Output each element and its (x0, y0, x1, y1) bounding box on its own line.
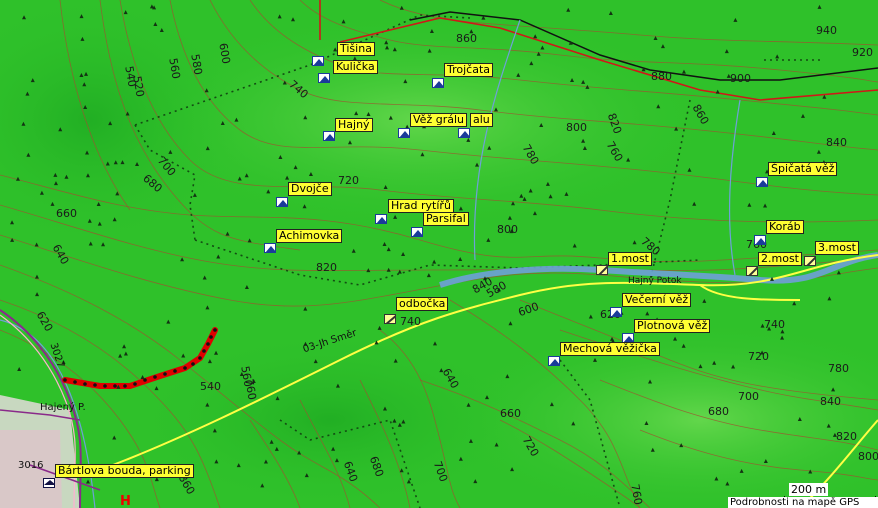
valley-shade (0, 0, 250, 250)
peak-icon[interactable] (276, 197, 288, 207)
attribution: Podrobnosti na mapě GPS (728, 497, 878, 508)
contour-label: 680 (708, 405, 729, 418)
contour-label: 840 (820, 395, 841, 408)
poi-label[interactable]: Dvojče (288, 182, 332, 196)
contour-label: 660 (500, 407, 521, 420)
poi-label[interactable]: Trojčata (444, 63, 494, 77)
contour-label: 740 (764, 318, 785, 331)
route2-label: 3016 (18, 460, 44, 471)
map-canvas[interactable]: 940 920 880 900 860 860 840 820 800 780 760 740 720 7… (0, 0, 878, 508)
peak-icon[interactable] (375, 214, 387, 224)
poi-label[interactable]: Večerní věž (622, 293, 692, 307)
bridge-icon[interactable] (804, 256, 816, 266)
contour-label: 540 (200, 380, 221, 393)
creek-label: Hajný Potok (628, 276, 682, 286)
contour-label: 920 (852, 46, 873, 59)
contour-label: 940 (816, 24, 837, 37)
poi-label[interactable]: alu (470, 113, 493, 127)
poi-label[interactable]: 1.most (608, 252, 652, 266)
peak-icon[interactable] (264, 243, 276, 253)
poi-label[interactable]: Koráb (766, 220, 804, 234)
contour-label: 820 (836, 430, 857, 443)
poi-label[interactable]: odbočka (396, 297, 449, 311)
poi-label[interactable]: Špičatá věž (768, 162, 838, 176)
peak-icon[interactable] (754, 235, 766, 245)
peak-icon[interactable] (411, 227, 423, 237)
peak-icon[interactable] (458, 128, 470, 138)
contour-label: 720 (338, 174, 359, 187)
contour-label: 700 (738, 390, 759, 403)
poi-label[interactable]: Plotnová věž (634, 319, 711, 333)
poi-label[interactable]: Hajný (335, 118, 373, 132)
contour-label: 840 (826, 136, 847, 149)
poi-label[interactable]: 2.most (758, 252, 802, 266)
contour-label: 880 (651, 70, 672, 83)
scale-label: 200 m (789, 483, 829, 496)
contour-label: 740 (400, 315, 421, 328)
bridge-icon[interactable] (596, 265, 608, 275)
contour-label: 720 (748, 350, 769, 363)
contour-label: 660 (56, 207, 77, 220)
peak-icon[interactable] (312, 56, 324, 66)
poi-label[interactable]: Tišina (337, 42, 375, 56)
peak-icon[interactable] (318, 73, 330, 83)
contour-label: 820 (316, 261, 337, 274)
peak-icon[interactable] (398, 128, 410, 138)
parking-icon[interactable] (43, 478, 55, 488)
hospital-icon: H (120, 494, 131, 508)
poi-label[interactable]: Věž grálu (410, 113, 467, 127)
poi-label[interactable]: Hrad rytířů (388, 199, 454, 213)
poi-label[interactable]: Parsifal (423, 212, 469, 226)
peak-icon[interactable] (610, 307, 622, 317)
contour-label: 800 (858, 450, 878, 463)
contour-label: 780 (828, 362, 849, 375)
peak-icon[interactable] (548, 356, 560, 366)
poi-label[interactable]: Kulička (333, 60, 378, 74)
contour-label: 800 (566, 121, 587, 134)
contour-label: 900 (730, 72, 751, 85)
peak-icon[interactable] (432, 78, 444, 88)
poi-label[interactable]: Mechová věžička (560, 342, 660, 356)
contour-label: 800 (497, 223, 518, 236)
place-label: Hajený P. (40, 402, 86, 413)
poi-label[interactable]: 3.most (815, 241, 859, 255)
poi-label[interactable]: Achimovka (276, 229, 343, 243)
bridge-icon[interactable] (746, 266, 758, 276)
contour-label: 860 (456, 32, 477, 45)
poi-label[interactable]: Bártlova bouda, parking (55, 464, 194, 478)
peak-icon[interactable] (323, 131, 335, 141)
junction-icon[interactable] (384, 314, 396, 324)
peak-icon[interactable] (756, 177, 768, 187)
